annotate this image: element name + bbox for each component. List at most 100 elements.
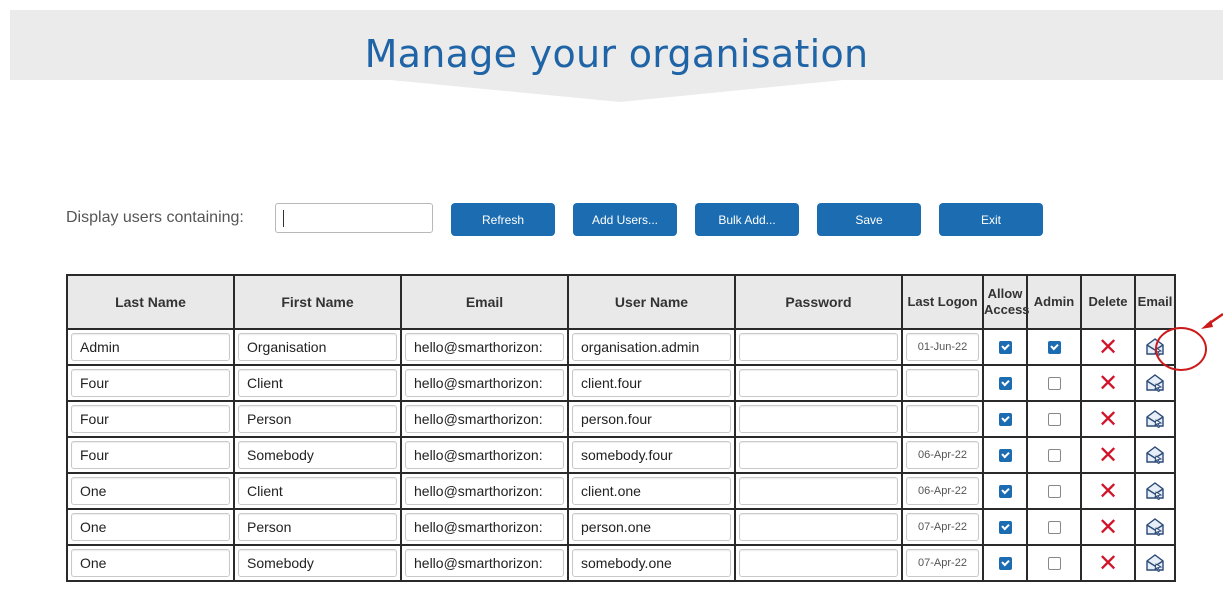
password-field[interactable] [739, 477, 898, 505]
password-field[interactable] [739, 441, 898, 469]
allow-access-checkbox[interactable] [998, 448, 1012, 462]
bulk-add-button[interactable]: Bulk Add... [695, 203, 799, 236]
col-allow-access-line1: Allow [987, 286, 1023, 301]
cell-email-action [1134, 508, 1176, 546]
user-name-field[interactable]: somebody.four [572, 441, 731, 469]
cell-first-name: Client [233, 364, 402, 402]
user-name-field[interactable]: person.four [572, 405, 731, 433]
cell-last-logon: 07-Apr-22 [901, 544, 984, 582]
email-field[interactable]: hello@smarthorizon: [405, 477, 564, 505]
email-field[interactable]: hello@smarthorizon: [405, 549, 564, 577]
send-email-icon[interactable] [1145, 481, 1165, 501]
user-name-field[interactable]: person.one [572, 513, 731, 541]
send-email-icon[interactable] [1145, 409, 1165, 429]
user-name-field[interactable]: client.four [572, 369, 731, 397]
cell-email: hello@smarthorizon: [400, 328, 569, 366]
first-name-field[interactable]: Client [238, 369, 397, 397]
delete-x-icon[interactable]: ✕ [1098, 407, 1118, 431]
first-name-field[interactable]: Client [238, 477, 397, 505]
admin-checkbox[interactable] [1047, 556, 1061, 570]
add-users-button[interactable]: Add Users... [573, 203, 677, 236]
admin-checkbox[interactable] [1047, 484, 1061, 498]
last-name-field[interactable]: Four [71, 405, 230, 433]
send-email-icon[interactable] [1145, 373, 1165, 393]
user-name-field[interactable]: organisation.admin [572, 333, 731, 361]
cell-allow-access [982, 328, 1028, 366]
col-email[interactable]: Email [400, 274, 569, 330]
last-logon-value: 06-Apr-22 [906, 441, 979, 469]
col-last-name[interactable]: Last Name [66, 274, 235, 330]
annotation-circle [1155, 327, 1207, 371]
first-name-field[interactable]: Person [238, 405, 397, 433]
allow-access-checkbox[interactable] [998, 520, 1012, 534]
delete-x-icon[interactable]: ✕ [1098, 371, 1118, 395]
cell-first-name: Organisation [233, 328, 402, 366]
last-name-field[interactable]: Four [71, 441, 230, 469]
cell-last-name: One [66, 544, 235, 582]
exit-button[interactable]: Exit [939, 203, 1043, 236]
table-row: Four Person hello@smarthorizon: person.four… [66, 400, 1176, 438]
first-name-field[interactable]: Somebody [238, 549, 397, 577]
col-user-name[interactable]: User Name [567, 274, 736, 330]
delete-x-icon[interactable]: ✕ [1098, 551, 1118, 575]
delete-x-icon[interactable]: ✕ [1098, 443, 1118, 467]
cell-email-action [1134, 544, 1176, 582]
cell-user-name: person.one [567, 508, 736, 546]
allow-access-checkbox[interactable] [998, 376, 1012, 390]
last-name-field[interactable]: One [71, 513, 230, 541]
send-email-icon[interactable] [1145, 445, 1165, 465]
send-email-icon[interactable] [1145, 553, 1165, 573]
cell-password [734, 364, 903, 402]
search-input[interactable] [275, 203, 433, 233]
admin-checkbox[interactable] [1047, 376, 1061, 390]
last-name-field[interactable]: One [71, 549, 230, 577]
col-first-name[interactable]: First Name [233, 274, 402, 330]
password-field[interactable] [739, 369, 898, 397]
table-row: Four Somebody hello@smarthorizon: somebody.… [66, 436, 1176, 474]
first-name-field[interactable]: Organisation [238, 333, 397, 361]
email-field[interactable]: hello@smarthorizon: [405, 405, 564, 433]
last-name-field[interactable]: Four [71, 369, 230, 397]
admin-checkbox[interactable] [1047, 340, 1061, 354]
cell-last-logon: 06-Apr-22 [901, 436, 984, 474]
user-name-field[interactable]: client.one [572, 477, 731, 505]
cell-admin [1026, 364, 1082, 402]
col-allow-access: Allow Access [982, 274, 1030, 330]
allow-access-checkbox[interactable] [998, 340, 1012, 354]
last-name-field[interactable]: Admin [71, 333, 230, 361]
allow-access-checkbox[interactable] [998, 484, 1012, 498]
annotation-arrow-icon [1201, 312, 1223, 329]
refresh-button[interactable]: Refresh [451, 203, 555, 236]
password-field[interactable] [739, 513, 898, 541]
cell-email: hello@smarthorizon: [400, 436, 569, 474]
cell-email: hello@smarthorizon: [400, 544, 569, 582]
password-field[interactable] [739, 333, 898, 361]
cell-password [734, 544, 903, 582]
first-name-field[interactable]: Person [238, 513, 397, 541]
email-field[interactable]: hello@smarthorizon: [405, 441, 564, 469]
cell-admin [1026, 544, 1082, 582]
col-last-logon[interactable]: Last Logon [901, 274, 984, 330]
header-banner: Manage your organisation [10, 10, 1223, 80]
password-field[interactable] [739, 405, 898, 433]
send-email-icon[interactable] [1145, 517, 1165, 537]
last-name-field[interactable]: One [71, 477, 230, 505]
delete-x-icon[interactable]: ✕ [1098, 479, 1118, 503]
cell-delete: ✕ [1080, 364, 1136, 402]
first-name-field[interactable]: Somebody [238, 441, 397, 469]
admin-checkbox[interactable] [1047, 448, 1061, 462]
delete-x-icon[interactable]: ✕ [1098, 335, 1118, 359]
cell-delete: ✕ [1080, 400, 1136, 438]
admin-checkbox[interactable] [1047, 412, 1061, 426]
save-button[interactable]: Save [817, 203, 921, 236]
email-field[interactable]: hello@smarthorizon: [405, 513, 564, 541]
email-field[interactable]: hello@smarthorizon: [405, 333, 564, 361]
password-field[interactable] [739, 549, 898, 577]
admin-checkbox[interactable] [1047, 520, 1061, 534]
allow-access-checkbox[interactable] [998, 556, 1012, 570]
user-name-field[interactable]: somebody.one [572, 549, 731, 577]
cell-admin [1026, 436, 1082, 474]
email-field[interactable]: hello@smarthorizon: [405, 369, 564, 397]
delete-x-icon[interactable]: ✕ [1098, 515, 1118, 539]
allow-access-checkbox[interactable] [998, 412, 1012, 426]
